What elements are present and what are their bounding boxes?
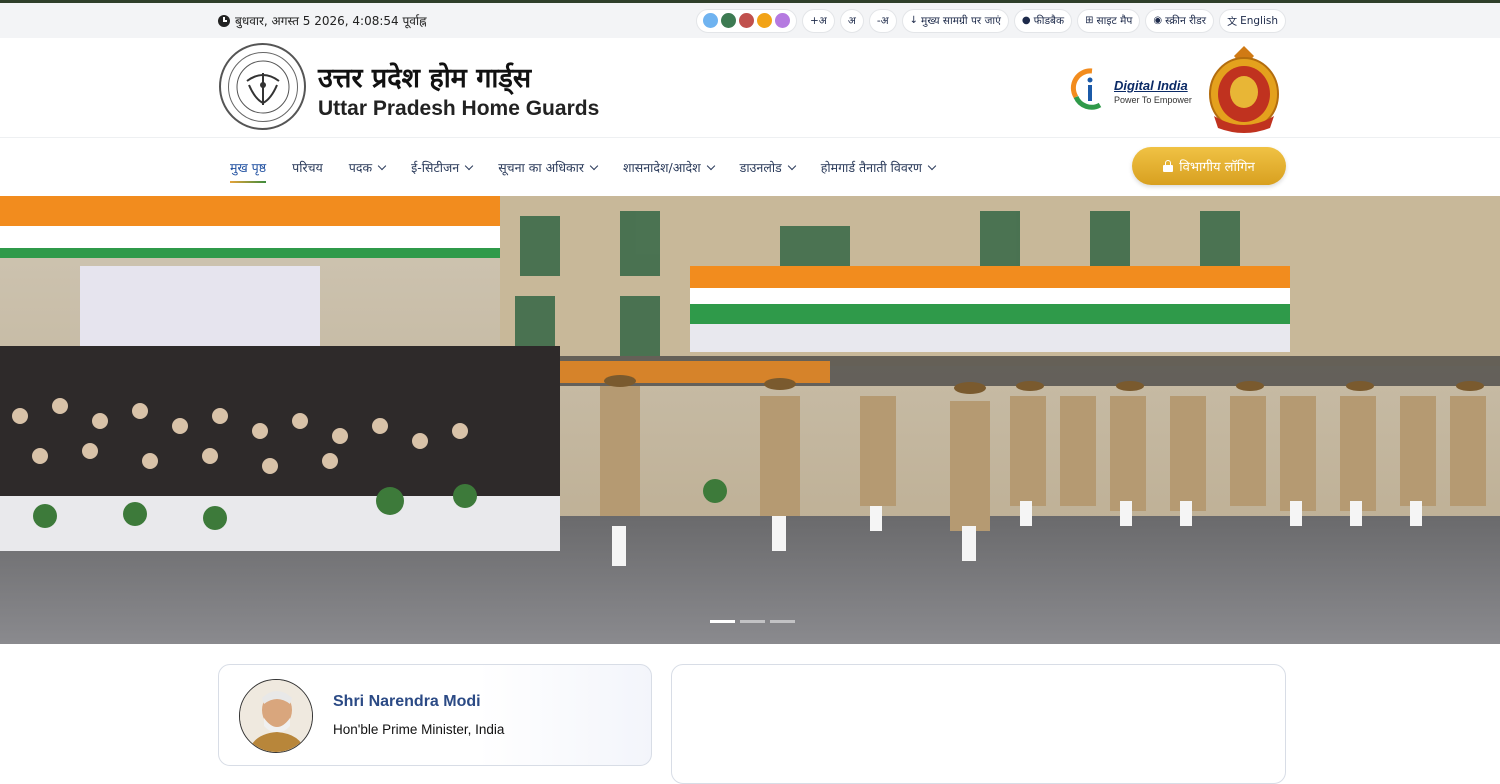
digital-india-logo[interactable]: Digital India Power To Empower: [1070, 63, 1200, 113]
site-header: उत्तर प्रदेश होम गार्ड्स Uttar Pradesh H…: [0, 38, 1500, 138]
feedback-link[interactable]: ● फीडबैक: [1013, 8, 1073, 33]
chevron-down-icon: [927, 161, 937, 170]
nav-item-4[interactable]: सूचना का अधिकार: [485, 138, 610, 196]
site-title-english: Uttar Pradesh Home Guards: [318, 97, 600, 120]
language-label: English: [1240, 14, 1278, 27]
skip-to-content-label: मुख्य सामग्री पर जाएं: [921, 14, 1001, 27]
nav-item-6[interactable]: डाउनलोड: [727, 138, 808, 196]
chevron-down-icon: [706, 161, 715, 170]
sitemap-icon: ⊞: [1085, 15, 1094, 26]
nav-item-7[interactable]: होमगार्ड तैनाती विवरण: [808, 138, 948, 196]
screen-reader-label: स्क्रीन रीडर: [1165, 14, 1207, 27]
nav-menu: मुख पृष्ठ परिचय पदक ई-सिटीजन सूचना का अधिकार…: [230, 138, 948, 196]
language-toggle[interactable]: 文 English: [1219, 8, 1286, 33]
date-time-display: बुधवार, अगस्त 5 2026, 4:08:54 पूर्वाह्न: [218, 12, 427, 29]
carousel-dot-1[interactable]: [740, 620, 765, 623]
pm-avatar: [239, 679, 313, 753]
police-emblem-icon: [1209, 46, 1279, 133]
font-normal-button[interactable]: अ: [839, 8, 864, 33]
nav-item-2[interactable]: पदक: [336, 138, 398, 196]
chevron-down-icon: [377, 161, 387, 170]
pm-designation: Hon'ble Prime Minister, India: [333, 722, 505, 737]
site-title-hindi: उत्तर प्रदेश होम गार्ड्स: [318, 63, 532, 94]
chevron-down-icon: [787, 161, 796, 170]
nav-item-label: होमगार्ड तैनाती विवरण: [820, 159, 922, 175]
nav-item-0[interactable]: मुख पृष्ठ: [230, 138, 279, 196]
theme-color-blue[interactable]: [702, 13, 718, 28]
nav-item-label: शासनादेश/आदेश: [623, 159, 701, 175]
pm-portrait-image: [240, 680, 312, 752]
nav-item-label: डाउनलोड: [739, 159, 782, 175]
arrow-down-icon: ↓: [909, 15, 919, 26]
nav-item-label: पदक: [348, 159, 373, 175]
nav-item-label: मुख पृष्ठ: [230, 159, 267, 175]
date-time-text: बुधवार, अगस्त 5 2026, 4:08:54 पूर्वाह्न: [235, 14, 427, 28]
font-increase-button[interactable]: +अ: [801, 8, 835, 33]
accessibility-icon: ◉: [1153, 15, 1163, 26]
pm-profile-card[interactable]: Shri Narendra Modi Hon'ble Prime Ministe…: [218, 664, 652, 766]
main-navigation: मुख पृष्ठ परिचय पदक ई-सिटीजन सूचना का अधिकार…: [0, 138, 1500, 196]
translate-icon: 文: [1227, 17, 1238, 28]
chevron-down-icon: [464, 161, 474, 170]
nav-item-label: सूचना का अधिकार: [498, 159, 584, 175]
nav-item-1[interactable]: परिचय: [279, 138, 336, 196]
carousel-dot-0[interactable]: [710, 620, 735, 623]
departmental-login-button[interactable]: विभागीय लॉगिन: [1132, 147, 1286, 185]
carousel-indicators: [710, 620, 795, 623]
accessibility-tools: +अ अ -अ ↓ मुख्य सामग्री पर जाएं ● फीडबैक…: [695, 8, 1286, 33]
screen-reader-link[interactable]: ◉ स्क्रीन रीडर: [1145, 8, 1215, 33]
nav-item-5[interactable]: शासनादेश/आदेश: [610, 138, 727, 196]
up-police-emblem[interactable]: [1204, 42, 1284, 134]
nav-item-3[interactable]: ई-सिटीजन: [398, 138, 485, 196]
carousel-dot-2[interactable]: [770, 620, 795, 623]
lock-icon: [1163, 160, 1174, 172]
sitemap-link[interactable]: ⊞ साइट मैप: [1077, 8, 1141, 33]
nav-item-label: परिचय: [292, 159, 323, 175]
sitemap-label: साइट मैप: [1096, 14, 1133, 27]
feedback-label: फीडबैक: [1033, 14, 1065, 27]
theme-color-purple[interactable]: [774, 13, 790, 28]
pm-name: Shri Narendra Modi: [333, 693, 481, 710]
digital-india-mark-icon: [1070, 68, 1102, 110]
login-label: विभागीय लॉगिन: [1179, 160, 1255, 175]
hero-carousel[interactable]: [0, 196, 1500, 644]
skip-to-content-link[interactable]: ↓ मुख्य सामग्री पर जाएं: [901, 8, 1009, 33]
up-government-emblem[interactable]: [219, 43, 306, 130]
theme-color-orange[interactable]: [756, 13, 772, 28]
parade-photo: [0, 196, 1500, 644]
clock-icon: [218, 14, 230, 27]
digital-india-tagline: Power To Empower: [1114, 95, 1192, 105]
theme-color-switcher: [695, 8, 797, 33]
nav-item-label: ई-सिटीजन: [411, 159, 460, 175]
theme-color-green[interactable]: [720, 13, 736, 28]
utility-bar: बुधवार, अगस्त 5 2026, 4:08:54 पूर्वाह्न …: [0, 3, 1500, 38]
chat-bubble-icon: ●: [1021, 15, 1031, 26]
theme-color-red[interactable]: [738, 13, 754, 28]
content-card: [671, 664, 1286, 784]
emblem-bow-icon: [236, 60, 289, 113]
digital-india-wordmark: Digital India: [1114, 78, 1188, 93]
chevron-down-icon: [589, 161, 599, 170]
font-decrease-button[interactable]: -अ: [868, 8, 897, 33]
